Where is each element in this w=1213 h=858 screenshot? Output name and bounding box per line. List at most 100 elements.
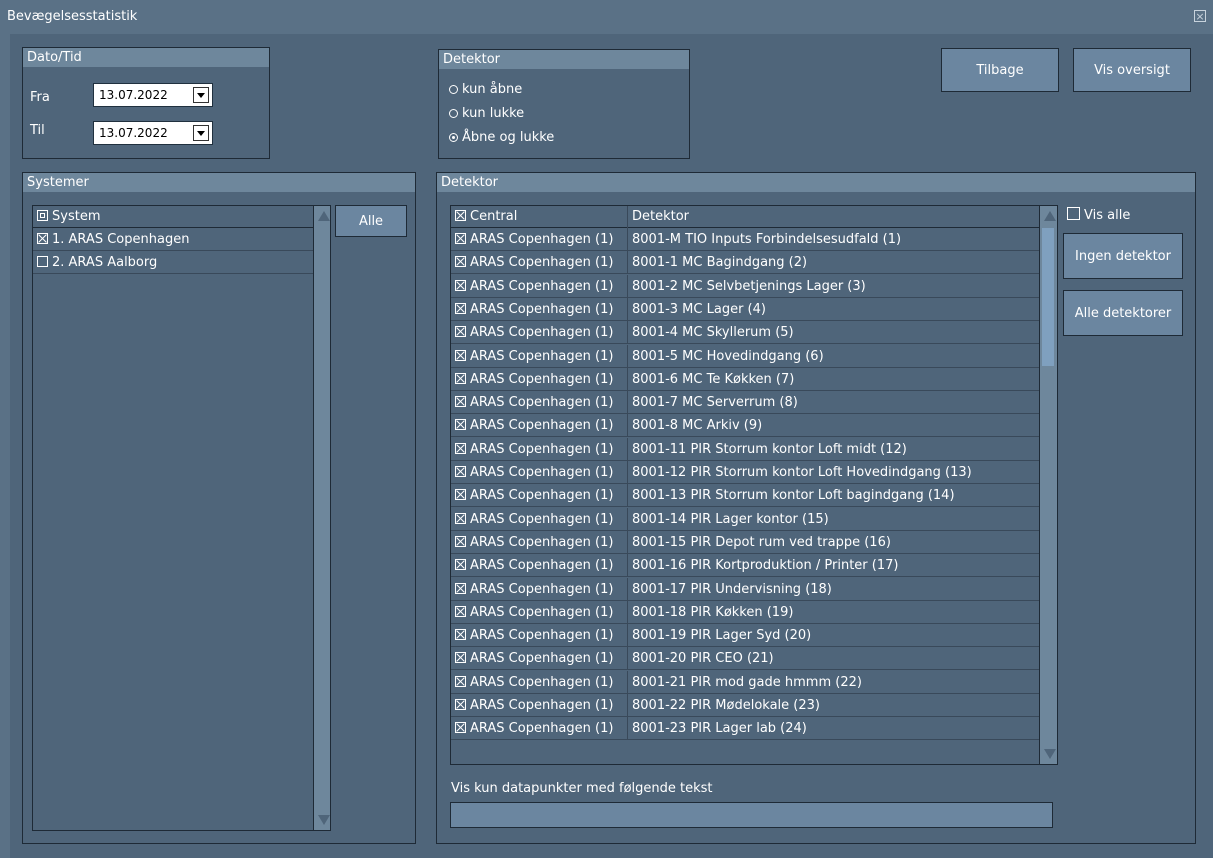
table-row[interactable]: ARAS Copenhagen (1) 8001-19 PIR Lager Syd…	[451, 624, 1039, 648]
detector-cell: 8001-16 PIR Kortproduktion / Printer (17…	[627, 554, 898, 578]
detector-column-header[interactable]: Detektor	[627, 206, 689, 228]
title-bar: Bevægelsesstatistik ×	[0, 0, 1213, 34]
table-row[interactable]: ARAS Copenhagen (1) 8001-16 PIR Kortprodu…	[451, 554, 1039, 578]
text-filter-input[interactable]	[450, 802, 1053, 828]
central-cell: ARAS Copenhagen (1)	[451, 298, 627, 321]
table-row[interactable]: ARAS Copenhagen (1) 8001-12 PIR Storrum k…	[451, 461, 1039, 484]
from-date-combo[interactable]: 13.07.2022	[93, 83, 213, 107]
checkbox-checked-icon[interactable]	[455, 559, 466, 571]
overview-button[interactable]: Vis oversigt	[1073, 48, 1191, 92]
back-button[interactable]: Tilbage	[941, 48, 1059, 92]
all-systems-button[interactable]: Alle	[335, 205, 407, 237]
central-cell: ARAS Copenhagen (1)	[451, 601, 627, 624]
checkbox-checked-icon[interactable]	[455, 256, 466, 268]
table-row[interactable]: ARAS Copenhagen (1) 8001-3 MC Lager (4)	[451, 297, 1039, 321]
central-value: ARAS Copenhagen (1)	[470, 558, 614, 574]
checkbox-checked-icon[interactable]	[455, 396, 466, 408]
checkbox-checked-icon[interactable]	[455, 605, 466, 617]
system-label: 2. ARAS Aalborg	[52, 255, 158, 270]
systems-list: System 1. ARAS Copenhagen 2. ARAS Aalbor…	[32, 205, 331, 831]
checkbox-checked-icon[interactable]	[455, 466, 466, 477]
checkbox-checked-icon[interactable]	[455, 629, 466, 641]
detectors-column-header[interactable]: Central Detektor	[451, 206, 1039, 228]
table-row[interactable]: ARAS Copenhagen (1) 8001-20 PIR CEO (21)	[451, 647, 1039, 671]
scroll-thumb[interactable]	[1042, 228, 1054, 366]
radio-close-only[interactable]: kun lukke	[449, 106, 524, 121]
close-icon[interactable]: ×	[1194, 10, 1206, 22]
checkbox-checked-icon[interactable]	[455, 442, 466, 454]
scroll-down-icon[interactable]	[314, 810, 330, 830]
checkbox-checked-icon[interactable]	[455, 419, 466, 431]
show-all-label: Vis alle	[1084, 208, 1131, 223]
checkbox-checked-icon[interactable]	[455, 652, 466, 664]
checkbox-checked-icon[interactable]	[455, 326, 466, 338]
table-row[interactable]: ARAS Copenhagen (1) 8001-6 MC Te Køkken (…	[451, 367, 1039, 391]
central-column-header[interactable]: Central	[451, 206, 627, 228]
checkbox-checked-icon[interactable]	[455, 233, 466, 244]
radio-open-and-close[interactable]: Åbne og lukke	[449, 130, 554, 145]
detectors-scrollbar[interactable]	[1039, 206, 1057, 764]
detector-cell: 8001-6 MC Te Køkken (7)	[627, 367, 794, 391]
central-value: ARAS Copenhagen (1)	[470, 441, 614, 457]
table-row[interactable]: ARAS Copenhagen (1) 8001-5 MC Hovedindgan…	[451, 344, 1039, 368]
table-row[interactable]: ARAS Copenhagen (1) 8001-M TIO Inputs For…	[451, 228, 1039, 251]
table-row[interactable]: ARAS Copenhagen (1) 8001-17 PIR Undervisn…	[451, 577, 1039, 601]
list-item[interactable]: 1. ARAS Copenhagen	[33, 228, 313, 251]
table-row[interactable]: ARAS Copenhagen (1) 8001-23 PIR Lager lab…	[451, 717, 1039, 741]
checkbox-checked-icon[interactable]	[455, 489, 466, 501]
table-row[interactable]: ARAS Copenhagen (1) 8001-11 PIR Storrum k…	[451, 437, 1039, 461]
table-row[interactable]: ARAS Copenhagen (1) 8001-4 MC Skyllerum (…	[451, 321, 1039, 345]
checkbox-checked-icon[interactable]	[455, 535, 466, 547]
no-detector-button[interactable]: Ingen detektor	[1063, 233, 1183, 279]
central-value: ARAS Copenhagen (1)	[470, 325, 614, 341]
scroll-down-icon[interactable]	[1040, 744, 1057, 764]
central-value: ARAS Copenhagen (1)	[470, 395, 614, 411]
checkbox-checked-icon[interactable]	[455, 372, 466, 384]
checkbox-checked-icon[interactable]	[455, 675, 466, 687]
checkbox-checked-icon[interactable]	[455, 512, 466, 524]
systems-scrollbar[interactable]	[313, 206, 330, 830]
table-row[interactable]: ARAS Copenhagen (1) 8001-14 PIR Lager kon…	[451, 507, 1039, 531]
detectors-list: Central Detektor ARAS Copenhagen (1) 8001…	[450, 205, 1058, 765]
table-row[interactable]: ARAS Copenhagen (1) 8001-15 PIR Depot rum…	[451, 530, 1039, 554]
checkbox-checked-icon[interactable]	[455, 699, 466, 710]
table-row[interactable]: ARAS Copenhagen (1) 8001-2 MC Selvbetjeni…	[451, 274, 1039, 298]
table-row[interactable]: ARAS Copenhagen (1) 8001-21 PIR mod gade …	[451, 670, 1039, 694]
table-row[interactable]: ARAS Copenhagen (1) 8001-13 PIR Storrum k…	[451, 484, 1039, 508]
detectors-header: Detektor	[437, 173, 1195, 192]
select-all-icon[interactable]	[37, 210, 48, 221]
chevron-down-icon[interactable]	[193, 87, 209, 103]
to-date-combo[interactable]: 13.07.2022	[93, 121, 213, 145]
scroll-up-icon[interactable]	[1040, 206, 1057, 226]
central-cell: ARAS Copenhagen (1)	[451, 321, 627, 344]
central-value: ARAS Copenhagen (1)	[470, 511, 614, 527]
table-row[interactable]: ARAS Copenhagen (1) 8001-22 PIR Mødelokal…	[451, 694, 1039, 717]
central-value: ARAS Copenhagen (1)	[470, 418, 614, 434]
select-all-icon[interactable]	[455, 210, 466, 221]
list-item[interactable]: 2. ARAS Aalborg	[33, 251, 313, 274]
table-row[interactable]: ARAS Copenhagen (1) 8001-18 PIR Køkken (1…	[451, 600, 1039, 624]
central-value: ARAS Copenhagen (1)	[470, 255, 614, 271]
checkbox-checked-icon[interactable]	[455, 279, 466, 291]
checkbox-checked-icon[interactable]	[455, 722, 466, 734]
table-row[interactable]: ARAS Copenhagen (1) 8001-7 MC Serverrum (…	[451, 391, 1039, 415]
central-cell: ARAS Copenhagen (1)	[451, 438, 627, 461]
chevron-down-icon[interactable]	[193, 125, 209, 141]
checkbox-checked-icon[interactable]	[455, 349, 466, 361]
central-cell: ARAS Copenhagen (1)	[451, 484, 627, 507]
systems-column-header[interactable]: System	[33, 206, 313, 228]
all-detectors-button[interactable]: Alle detektorer	[1063, 290, 1183, 336]
checkbox-icon[interactable]	[37, 256, 48, 267]
checkbox-checked-icon[interactable]	[455, 582, 466, 594]
table-row[interactable]: ARAS Copenhagen (1) 8001-8 MC Arkiv (9)	[451, 414, 1039, 438]
checkbox-checked-icon[interactable]	[455, 302, 466, 314]
detectors-group: Detektor Central Detektor ARAS Copenhage…	[436, 172, 1196, 844]
show-all-checkbox[interactable]: Vis alle	[1067, 207, 1130, 223]
table-row[interactable]: ARAS Copenhagen (1) 8001-1 MC Bagindgang …	[451, 251, 1039, 275]
central-value: ARAS Copenhagen (1)	[470, 721, 614, 737]
checkbox-icon[interactable]	[1067, 207, 1080, 220]
checkbox-checked-icon[interactable]	[37, 233, 48, 244]
detector-cell: 8001-15 PIR Depot rum ved trappe (16)	[627, 530, 891, 554]
radio-open-only[interactable]: kun åbne	[449, 82, 522, 97]
scroll-up-icon[interactable]	[314, 206, 330, 226]
